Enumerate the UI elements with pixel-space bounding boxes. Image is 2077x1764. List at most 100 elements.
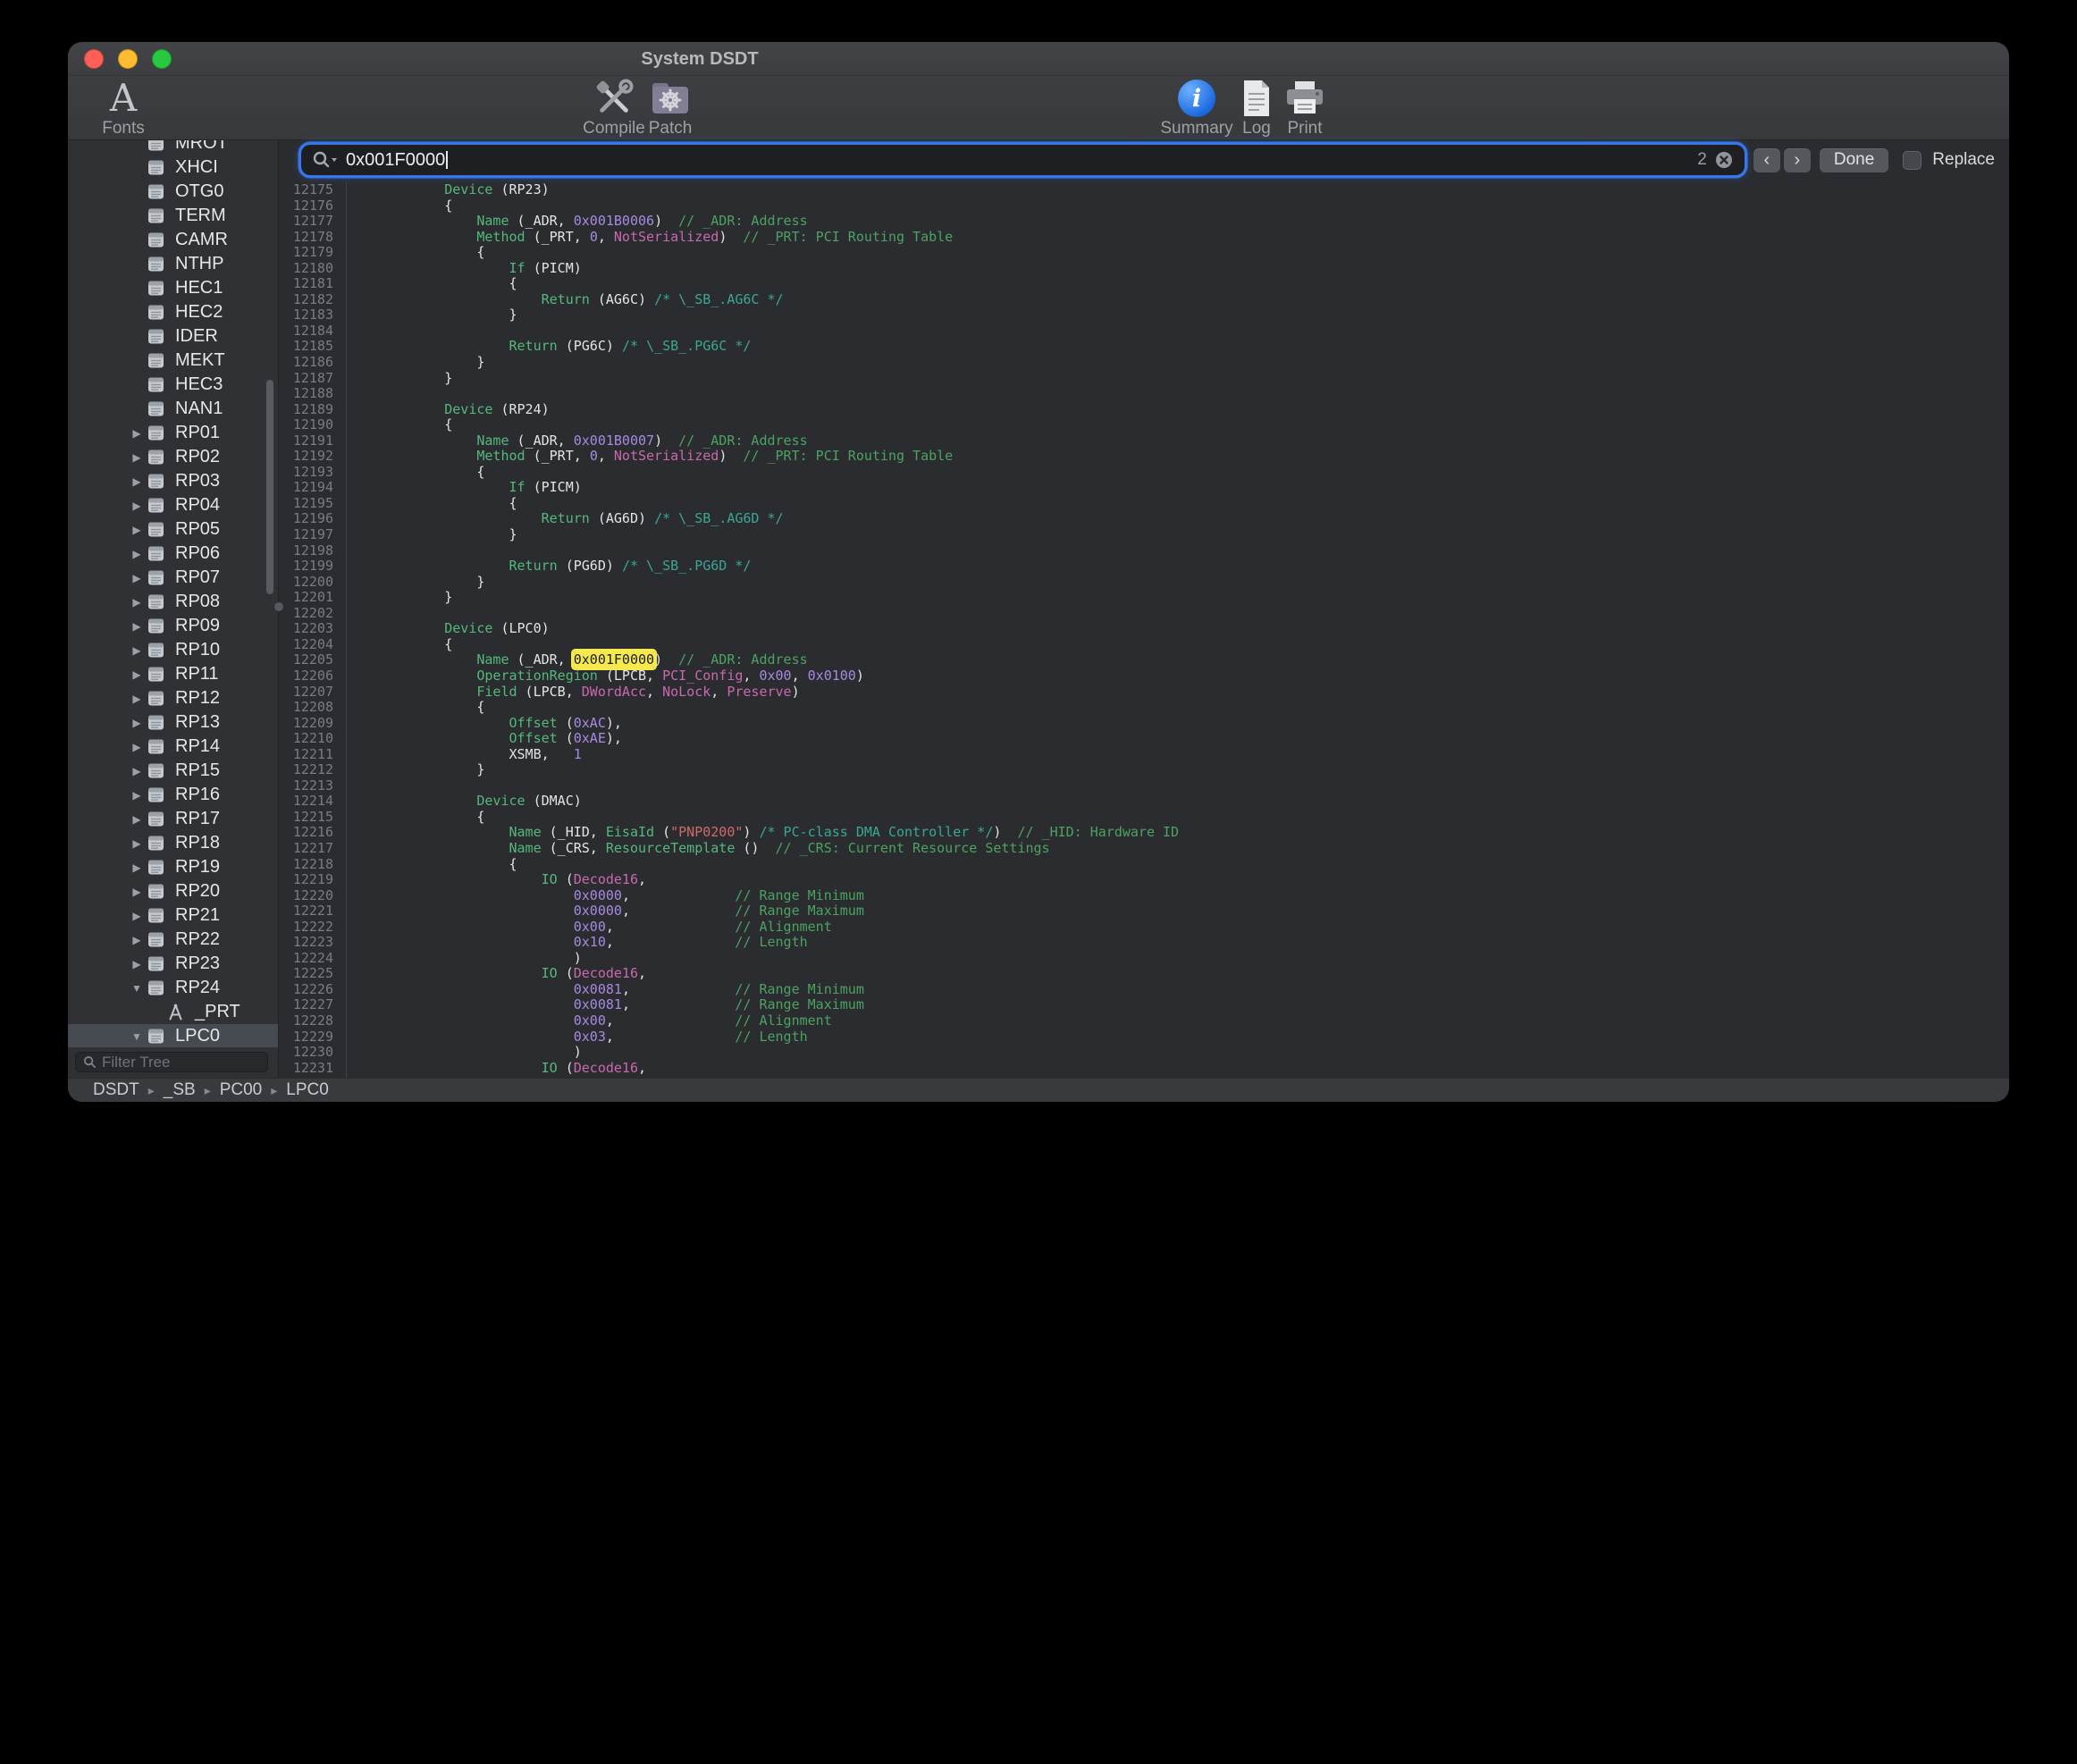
- triangle-right-icon[interactable]: ▶: [127, 886, 147, 898]
- breadcrumb-item-lpc0[interactable]: LPC0: [286, 1080, 329, 1100]
- tree-item-rp14[interactable]: ▶ RP14: [68, 735, 278, 759]
- code-line[interactable]: {: [380, 417, 2009, 433]
- fonts-button[interactable]: A Fonts: [70, 78, 177, 140]
- code-line[interactable]: IO (Decode16,: [380, 966, 2009, 982]
- print-button[interactable]: Print: [1251, 78, 1358, 140]
- tree-item-rp12[interactable]: ▶ RP12: [68, 686, 278, 710]
- triangle-down-icon[interactable]: ▼: [127, 1030, 147, 1043]
- code-line[interactable]: [380, 606, 2009, 622]
- tree-item-rp07[interactable]: ▶ RP07: [68, 566, 278, 590]
- triangle-down-icon[interactable]: ▼: [127, 982, 147, 995]
- clear-search-icon[interactable]: [1714, 150, 1734, 170]
- code-line[interactable]: Return (PG6C) /* \_SB_.PG6C */: [380, 339, 2009, 355]
- breadcrumb-item-pc00[interactable]: PC00: [220, 1080, 263, 1100]
- tree-item-rp06[interactable]: ▶ RP06: [68, 542, 278, 566]
- find-next-button[interactable]: ›: [1784, 148, 1811, 172]
- code-line[interactable]: Method (_PRT, 0, NotSerialized) // _PRT:…: [380, 230, 2009, 246]
- code-line[interactable]: Name (_ADR, 0x001B0007) // _ADR: Address: [380, 433, 2009, 449]
- tree-item-hec1[interactable]: HEC1: [68, 276, 278, 300]
- search-field[interactable]: 0x001F0000 2: [301, 145, 1745, 175]
- triangle-right-icon[interactable]: ▶: [127, 451, 147, 464]
- code-line[interactable]: Return (PG6D) /* \_SB_.PG6D */: [380, 559, 2009, 575]
- tree-item-rp24[interactable]: ▼ RP24: [68, 976, 278, 1000]
- code-line[interactable]: 0x10, // Length: [380, 935, 2009, 951]
- tree-item-nan1[interactable]: NAN1: [68, 397, 278, 421]
- triangle-right-icon[interactable]: ▶: [127, 572, 147, 584]
- tree-item-camr[interactable]: CAMR: [68, 228, 278, 252]
- triangle-right-icon[interactable]: ▶: [127, 427, 147, 440]
- code-line[interactable]: XSMB, 1: [380, 747, 2009, 763]
- code-line[interactable]: {: [380, 637, 2009, 653]
- code-line[interactable]: {: [380, 810, 2009, 826]
- code-line[interactable]: }: [380, 590, 2009, 606]
- done-button[interactable]: Done: [1820, 148, 1888, 172]
- code-line[interactable]: [380, 778, 2009, 794]
- tree-item-otg0[interactable]: OTG0: [68, 180, 278, 204]
- tree-item-rp18[interactable]: ▶ RP18: [68, 831, 278, 855]
- code-line[interactable]: Device (RP23): [380, 182, 2009, 198]
- code-line[interactable]: }: [380, 371, 2009, 387]
- code-line[interactable]: 0x0000, // Range Minimum: [380, 888, 2009, 904]
- code-line[interactable]: ): [380, 951, 2009, 967]
- tree-item-rp17[interactable]: ▶ RP17: [68, 807, 278, 831]
- code-line[interactable]: {: [380, 857, 2009, 873]
- replace-checkbox[interactable]: [1903, 151, 1921, 170]
- tree-item-hec3[interactable]: HEC3: [68, 373, 278, 397]
- triangle-right-icon[interactable]: ▶: [127, 813, 147, 826]
- triangle-right-icon[interactable]: ▶: [127, 861, 147, 874]
- code-line[interactable]: 0x03, // Length: [380, 1029, 2009, 1046]
- code-line[interactable]: {: [380, 496, 2009, 512]
- tree-item-rp04[interactable]: ▶ RP04: [68, 493, 278, 517]
- code-line[interactable]: Method (_PRT, 0, NotSerialized) // _PRT:…: [380, 449, 2009, 465]
- triangle-right-icon[interactable]: ▶: [127, 765, 147, 777]
- triangle-right-icon[interactable]: ▶: [127, 668, 147, 681]
- code-line[interactable]: 0x0081, // Range Minimum: [380, 982, 2009, 998]
- triangle-right-icon[interactable]: ▶: [127, 693, 147, 705]
- tree-item-rp11[interactable]: ▶ RP11: [68, 662, 278, 686]
- breadcrumb-item-dsdt[interactable]: DSDT: [93, 1080, 139, 1100]
- triangle-right-icon[interactable]: ▶: [127, 475, 147, 488]
- code-line[interactable]: Return (AG6D) /* \_SB_.AG6D */: [380, 511, 2009, 527]
- triangle-right-icon[interactable]: ▶: [127, 500, 147, 512]
- tree-item-rp05[interactable]: ▶ RP05: [68, 517, 278, 542]
- triangle-right-icon[interactable]: ▶: [127, 620, 147, 633]
- tree-item-rp23[interactable]: ▶ RP23: [68, 952, 278, 976]
- breadcrumb-item-_sb[interactable]: _SB: [164, 1080, 196, 1100]
- tree-item-rp20[interactable]: ▶ RP20: [68, 879, 278, 903]
- tree-item-xhci[interactable]: XHCI: [68, 155, 278, 180]
- code-line[interactable]: 0x0081, // Range Maximum: [380, 997, 2009, 1013]
- code-line[interactable]: }: [380, 307, 2009, 323]
- code-line[interactable]: OperationRegion (LPCB, PCI_Config, 0x00,…: [380, 668, 2009, 685]
- code-line[interactable]: Return (AG6C) /* \_SB_.AG6C */: [380, 292, 2009, 308]
- code-line[interactable]: ): [380, 1045, 2009, 1061]
- triangle-right-icon[interactable]: ▶: [127, 548, 147, 560]
- tree-item-lpc0[interactable]: ▼ LPC0: [68, 1024, 278, 1047]
- tree-item-rp13[interactable]: ▶ RP13: [68, 710, 278, 735]
- triangle-right-icon[interactable]: ▶: [127, 934, 147, 946]
- triangle-right-icon[interactable]: ▶: [127, 789, 147, 802]
- code-line[interactable]: [380, 386, 2009, 402]
- filter-field[interactable]: Filter Tree: [75, 1052, 268, 1072]
- code-line[interactable]: Name (_ADR, 0x001B0006) // _ADR: Address: [380, 214, 2009, 230]
- tree-item-rp15[interactable]: ▶ RP15: [68, 759, 278, 783]
- tree-item-hec2[interactable]: HEC2: [68, 300, 278, 324]
- code-line[interactable]: Offset (0xAE),: [380, 731, 2009, 747]
- code-line[interactable]: Field (LPCB, DWordAcc, NoLock, Preserve): [380, 685, 2009, 701]
- code-line[interactable]: Name (_ADR, 0x001F0000) // _ADR: Address: [380, 652, 2009, 668]
- tree-item-nthp[interactable]: NTHP: [68, 252, 278, 276]
- tree-item-term[interactable]: TERM: [68, 204, 278, 228]
- splitter-handle[interactable]: [274, 602, 283, 611]
- code-line[interactable]: {: [380, 276, 2009, 292]
- code-line[interactable]: }: [380, 762, 2009, 778]
- code-line[interactable]: [380, 543, 2009, 559]
- triangle-right-icon[interactable]: ▶: [127, 741, 147, 753]
- code-line[interactable]: IO (Decode16,: [380, 1061, 2009, 1077]
- tree-item-mrot[interactable]: MROT: [68, 140, 278, 155]
- code-line[interactable]: 0x00, // Alignment: [380, 920, 2009, 936]
- sidebar-scrollbar[interactable]: [266, 380, 273, 594]
- code-lines[interactable]: Device (RP23) { Name (_ADR, 0x001B0006) …: [347, 182, 2009, 1078]
- tree-item-_prt[interactable]: _PRT: [68, 1000, 278, 1024]
- code-line[interactable]: Name (_CRS, ResourceTemplate () // _CRS:…: [380, 841, 2009, 857]
- code-line[interactable]: {: [380, 700, 2009, 716]
- code-line[interactable]: Device (DMAC): [380, 794, 2009, 810]
